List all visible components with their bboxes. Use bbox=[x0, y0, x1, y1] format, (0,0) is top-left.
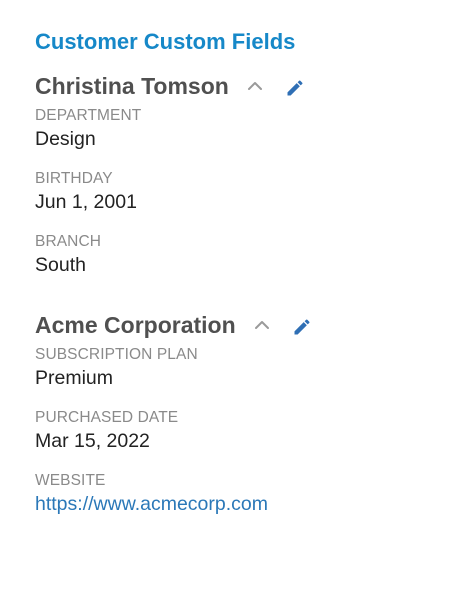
field-subscription-plan: SUBSCRIPTION PLAN Premium bbox=[35, 346, 467, 391]
section-title: Christina Tomson bbox=[35, 73, 229, 99]
pencil-icon bbox=[294, 319, 310, 335]
edit-section-button[interactable] bbox=[291, 316, 313, 338]
section-acme-corporation: Acme Corporation SUBSCRIPTION PLAN Premi… bbox=[35, 310, 467, 517]
field-birthday: BIRTHDAY Jun 1, 2001 bbox=[35, 170, 467, 215]
field-website: WEBSITE https://www.acmecorp.com bbox=[35, 472, 467, 517]
field-branch: BRANCH South bbox=[35, 233, 467, 278]
section-title: Acme Corporation bbox=[35, 312, 236, 338]
collapse-section-button[interactable] bbox=[245, 76, 265, 96]
section-header: Acme Corporation bbox=[35, 310, 467, 340]
field-label: WEBSITE bbox=[35, 472, 106, 489]
field-value: Premium bbox=[35, 367, 114, 389]
field-value: Mar 15, 2022 bbox=[35, 430, 150, 452]
chevron-up-icon bbox=[254, 321, 269, 329]
field-department: DEPARTMENT Design bbox=[35, 107, 467, 152]
section-christina-tomson: Christina Tomson DEPARTMENT Design BIRTH… bbox=[35, 71, 467, 278]
section-header: Christina Tomson bbox=[35, 71, 467, 101]
website-link[interactable]: https://www.acmecorp.com bbox=[35, 491, 268, 517]
chevron-up-icon bbox=[247, 82, 262, 90]
field-value: South bbox=[35, 254, 86, 276]
pencil-icon bbox=[287, 80, 303, 96]
field-label: BRANCH bbox=[35, 233, 102, 250]
field-label: SUBSCRIPTION PLAN bbox=[35, 346, 198, 363]
field-label: BIRTHDAY bbox=[35, 170, 113, 187]
edit-section-button[interactable] bbox=[284, 77, 306, 99]
field-value: Jun 1, 2001 bbox=[35, 191, 137, 213]
field-value: Design bbox=[35, 128, 96, 150]
field-label: DEPARTMENT bbox=[35, 107, 142, 124]
customer-custom-fields-panel: Customer Custom Fields Christina Tomson … bbox=[0, 0, 467, 593]
field-purchased-date: PURCHASED DATE Mar 15, 2022 bbox=[35, 409, 467, 454]
collapse-section-button[interactable] bbox=[252, 315, 272, 335]
field-label: PURCHASED DATE bbox=[35, 409, 179, 426]
panel-title: Customer Custom Fields bbox=[35, 29, 296, 54]
